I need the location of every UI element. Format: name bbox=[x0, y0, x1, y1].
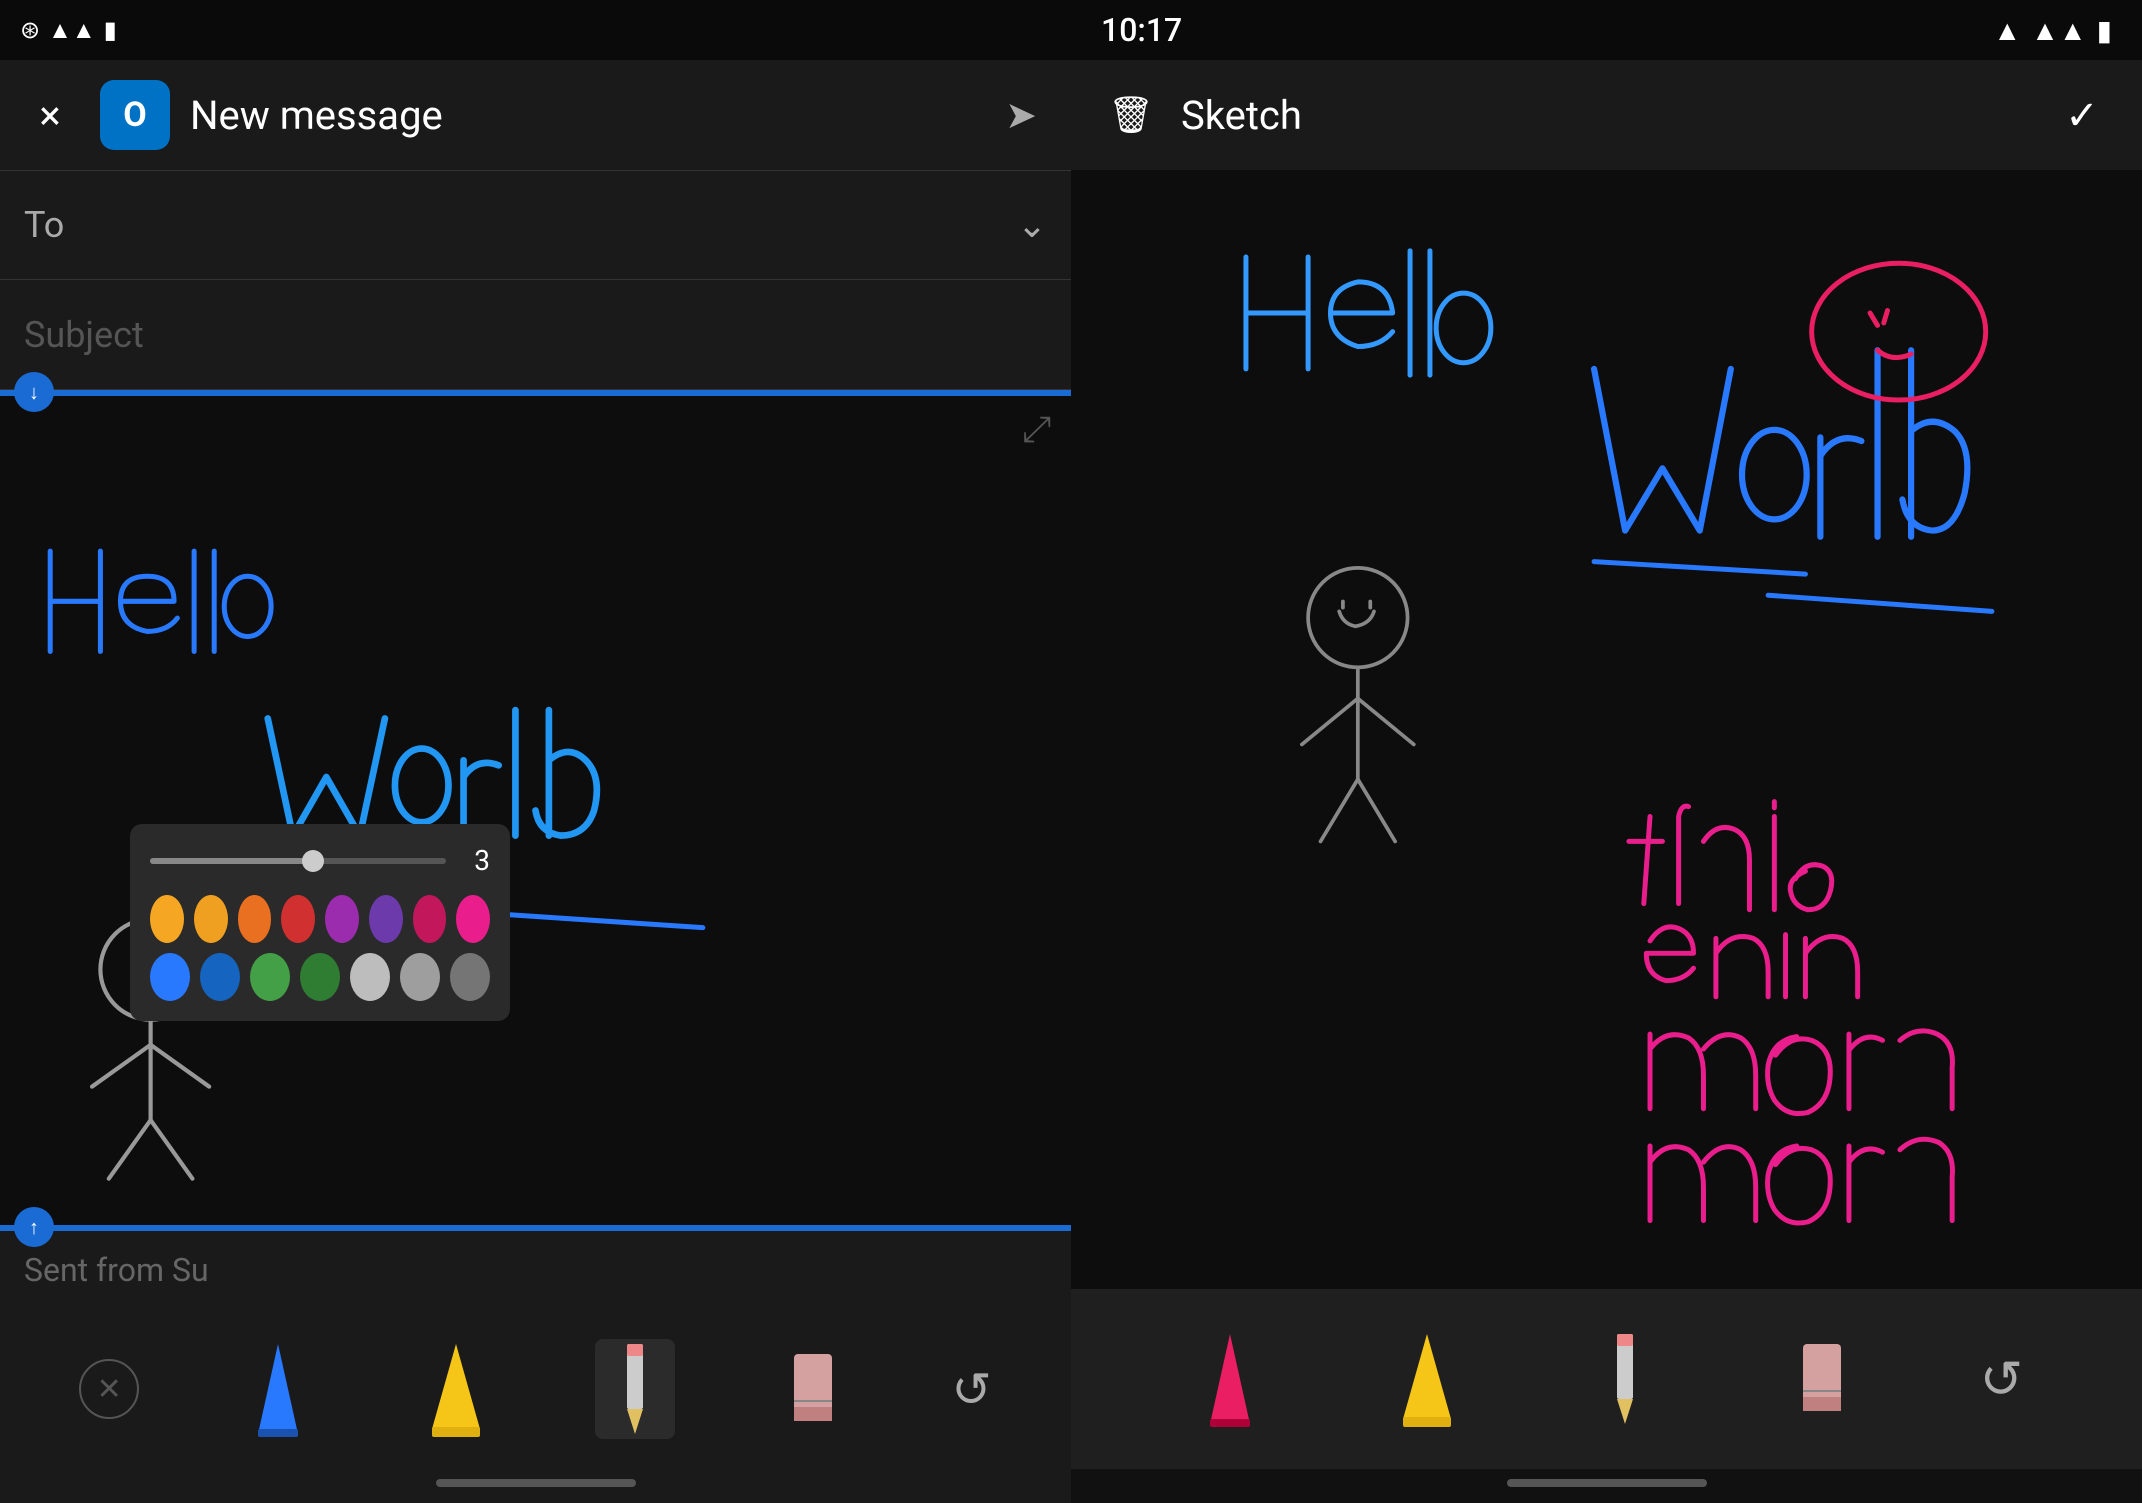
right-highlighter-tool-button[interactable] bbox=[1387, 1329, 1467, 1429]
highlighter-tool-button[interactable] bbox=[416, 1339, 496, 1439]
right-pen-tool-button[interactable] bbox=[1190, 1329, 1270, 1429]
brush-size-slider[interactable] bbox=[150, 858, 446, 864]
sketch-embed-area: ↓ ⤢ bbox=[0, 390, 1071, 1231]
color-picker-panel: 3 bbox=[130, 824, 510, 1021]
status-bar-right: 10:17 ▲ ▲▲ ▮ bbox=[1071, 0, 2142, 60]
slider-thumb[interactable] bbox=[302, 850, 324, 872]
battery-icon-right: ▮ bbox=[2097, 14, 2112, 47]
right-pencil-icon bbox=[1600, 1329, 1650, 1429]
brush-size-slider-row: 3 bbox=[150, 844, 490, 877]
color-grid bbox=[150, 895, 490, 1001]
done-button[interactable]: ✓ bbox=[2052, 85, 2112, 145]
wifi-icon-right: ▲ bbox=[1993, 14, 2021, 47]
slider-value: 3 bbox=[460, 844, 490, 877]
app-header: × O New message ➤ bbox=[0, 60, 1071, 170]
status-bar-left: ⊛ ▲▲ ▮ bbox=[0, 0, 1071, 60]
right-bottom-toolbar: ↺ bbox=[1071, 1289, 2142, 1469]
bluetooth-icon: ⊛ bbox=[20, 16, 40, 44]
highlighter-icon bbox=[428, 1339, 484, 1439]
color-swatch-deep-purple[interactable] bbox=[369, 895, 403, 943]
right-eraser-icon bbox=[1797, 1339, 1847, 1429]
right-pencil-tool-button[interactable] bbox=[1585, 1329, 1665, 1429]
right-undo-button[interactable]: ↺ bbox=[1980, 1349, 2024, 1410]
status-icons-left: ⊛ ▲▲ ▮ bbox=[20, 16, 117, 45]
sketch-bottom-bar: ↑ bbox=[0, 1225, 1071, 1231]
color-swatch-gray-light[interactable] bbox=[350, 953, 390, 1001]
delete-button[interactable]: 🗑 bbox=[1101, 85, 1161, 145]
right-eraser-tool-button[interactable] bbox=[1782, 1329, 1862, 1429]
color-swatch-blue[interactable] bbox=[200, 953, 240, 1001]
color-row-1 bbox=[150, 895, 490, 943]
right-panel: 10:17 ▲ ▲▲ ▮ 🗑 Sketch ✓ bbox=[1071, 0, 2142, 1503]
left-panel: ⊛ ▲▲ ▮ × O New message ➤ To ⌄ Subject ↓ bbox=[0, 0, 1071, 1503]
signal-icon: ▲▲ bbox=[48, 16, 96, 45]
home-indicator-right bbox=[1507, 1479, 1707, 1487]
sketch-title: Sketch bbox=[1181, 92, 2032, 139]
color-swatch-green-light[interactable] bbox=[250, 953, 290, 1001]
slider-fill bbox=[150, 858, 313, 864]
color-swatch-purple-red[interactable] bbox=[325, 895, 359, 943]
color-swatch-red[interactable] bbox=[281, 895, 315, 943]
to-label: To bbox=[24, 204, 1017, 246]
sketch-up-indicator[interactable]: ↑ bbox=[14, 1207, 54, 1247]
right-highlighter-icon bbox=[1399, 1329, 1455, 1429]
pen-icon bbox=[253, 1339, 303, 1439]
color-swatch-pink-dark[interactable] bbox=[413, 895, 447, 943]
color-swatch-green[interactable] bbox=[300, 953, 340, 1001]
eraser-icon bbox=[788, 1349, 838, 1439]
right-pen-icon bbox=[1205, 1329, 1255, 1429]
sketch-canvas-right[interactable] bbox=[1071, 170, 2142, 1289]
to-row[interactable]: To ⌄ bbox=[0, 170, 1071, 280]
sketch-drawing-left bbox=[0, 396, 1071, 1225]
color-swatch-bright-blue[interactable] bbox=[150, 953, 190, 1001]
color-row-2 bbox=[150, 953, 490, 1001]
undo-button[interactable]: ↺ bbox=[951, 1361, 991, 1418]
status-icons-right: ▲ ▲▲ ▮ bbox=[1993, 14, 2112, 47]
send-button[interactable]: ➤ bbox=[991, 85, 1051, 145]
sketch-header: 🗑 Sketch ✓ bbox=[1071, 60, 2142, 170]
battery-icon: ▮ bbox=[104, 16, 117, 44]
subject-label: Subject bbox=[24, 314, 144, 356]
status-time: 10:17 bbox=[1101, 11, 1182, 49]
sketch-canvas-left[interactable]: ⤢ bbox=[0, 396, 1071, 1225]
color-swatch-gray-med[interactable] bbox=[400, 953, 440, 1001]
trash-icon: 🗑 bbox=[1108, 94, 1154, 136]
color-swatch-hot-pink[interactable] bbox=[456, 895, 490, 943]
close-button[interactable]: × bbox=[20, 85, 80, 145]
signal-icon-right: ▲▲ bbox=[2031, 14, 2086, 47]
eraser-tool-button[interactable] bbox=[773, 1339, 853, 1439]
outlook-icon: O bbox=[100, 80, 170, 150]
sketch-drawing-right bbox=[1071, 170, 2142, 1289]
cancel-button[interactable]: ✕ bbox=[79, 1359, 139, 1419]
to-expand-button[interactable]: ⌄ bbox=[1017, 204, 1047, 246]
bottom-toolbar-left: ✕ bbox=[0, 1309, 1071, 1469]
sent-from-text: Sent from Su bbox=[0, 1231, 1071, 1309]
header-title: New message bbox=[190, 92, 971, 139]
color-swatch-gray-dark[interactable] bbox=[450, 953, 490, 1001]
pencil-icon bbox=[610, 1339, 660, 1439]
home-indicator-left bbox=[436, 1479, 636, 1487]
subject-row[interactable]: Subject bbox=[0, 280, 1071, 390]
color-swatch-amber[interactable] bbox=[150, 895, 184, 943]
color-swatch-orange-light[interactable] bbox=[194, 895, 228, 943]
pen-tool-button[interactable] bbox=[238, 1339, 318, 1439]
color-swatch-orange[interactable] bbox=[238, 895, 272, 943]
pencil-tool-button[interactable] bbox=[595, 1339, 675, 1439]
